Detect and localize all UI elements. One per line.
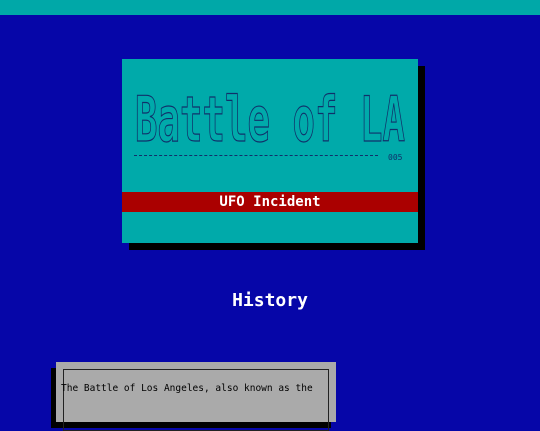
subtitle-banner: UFO Incident: [122, 192, 418, 212]
title-card: Battle of LA 005 UFO Incident: [122, 59, 418, 243]
logo-dashed-line: [134, 155, 378, 156]
section-heading: History: [232, 290, 308, 311]
logo-number: 005: [388, 153, 403, 162]
info-panel: The Battle of Los Angeles, also known as…: [56, 362, 336, 431]
info-panel-frame: [63, 369, 329, 431]
info-text: The Battle of Los Angeles, also known as…: [61, 383, 313, 394]
logo-text: Battle of LA: [135, 85, 405, 149]
top-bar: [0, 0, 540, 15]
logo-art: Battle of LA: [134, 85, 405, 149]
